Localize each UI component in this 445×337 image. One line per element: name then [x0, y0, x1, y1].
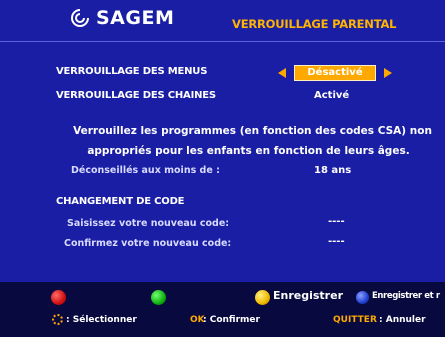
age-limit-value[interactable]: 18 ans	[314, 165, 351, 176]
info-text: Verrouillez les programmes (en fonction …	[60, 121, 445, 161]
brand-name: SAGEM	[96, 7, 175, 29]
channels-lock-value[interactable]: Activé	[314, 90, 349, 101]
navigation-pad-icon	[52, 314, 63, 325]
tv-screen: SAGEM VERROUILLAGE PARENTAL VERROUILLAGE…	[0, 0, 445, 337]
green-button-icon[interactable]	[151, 290, 166, 305]
info-line-1: Verrouillez les programmes (en fonction …	[73, 125, 432, 137]
page-title: VERROUILLAGE PARENTAL	[232, 17, 397, 31]
cancel-hint: : Annuler	[379, 315, 426, 325]
menus-lock-selector[interactable]: Désactivé	[294, 65, 376, 81]
quit-key-label: QUITTER	[333, 315, 377, 325]
info-line-2: appropriés pour les enfants en fonction …	[87, 145, 410, 157]
channels-lock-label: VERROUILLAGE DES CHAINES	[56, 90, 216, 101]
new-code-field[interactable]: ----	[328, 216, 345, 227]
confirm-code-label: Confirmez votre nouveau code:	[64, 238, 232, 249]
previous-option-arrow-icon[interactable]	[278, 68, 286, 78]
header: SAGEM VERROUILLAGE PARENTAL	[0, 0, 445, 40]
select-hint: : Sélectionner	[66, 315, 137, 325]
blue-button-icon[interactable]	[356, 291, 369, 304]
yellow-button-icon[interactable]	[255, 290, 270, 305]
save-button[interactable]: Enregistrer	[273, 289, 343, 302]
confirm-hint: : Confirmer	[203, 315, 260, 325]
next-option-arrow-icon[interactable]	[384, 68, 392, 78]
menus-lock-label: VERROUILLAGE DES MENUS	[56, 66, 208, 77]
footer-bar: Enregistrer Enregistrer et r : Sélection…	[0, 282, 445, 337]
new-code-label: Saisissez votre nouveau code:	[67, 218, 230, 229]
sagem-logo-icon	[71, 9, 89, 27]
confirm-code-field[interactable]: ----	[328, 236, 345, 247]
red-button-icon[interactable]	[51, 290, 66, 305]
change-code-heading: CHANGEMENT DE CODE	[56, 196, 185, 207]
age-limit-label: Déconseillés aux moins de :	[71, 165, 220, 176]
save-and-exit-button[interactable]: Enregistrer et r	[372, 291, 440, 301]
brand-logo: SAGEM	[70, 7, 174, 29]
